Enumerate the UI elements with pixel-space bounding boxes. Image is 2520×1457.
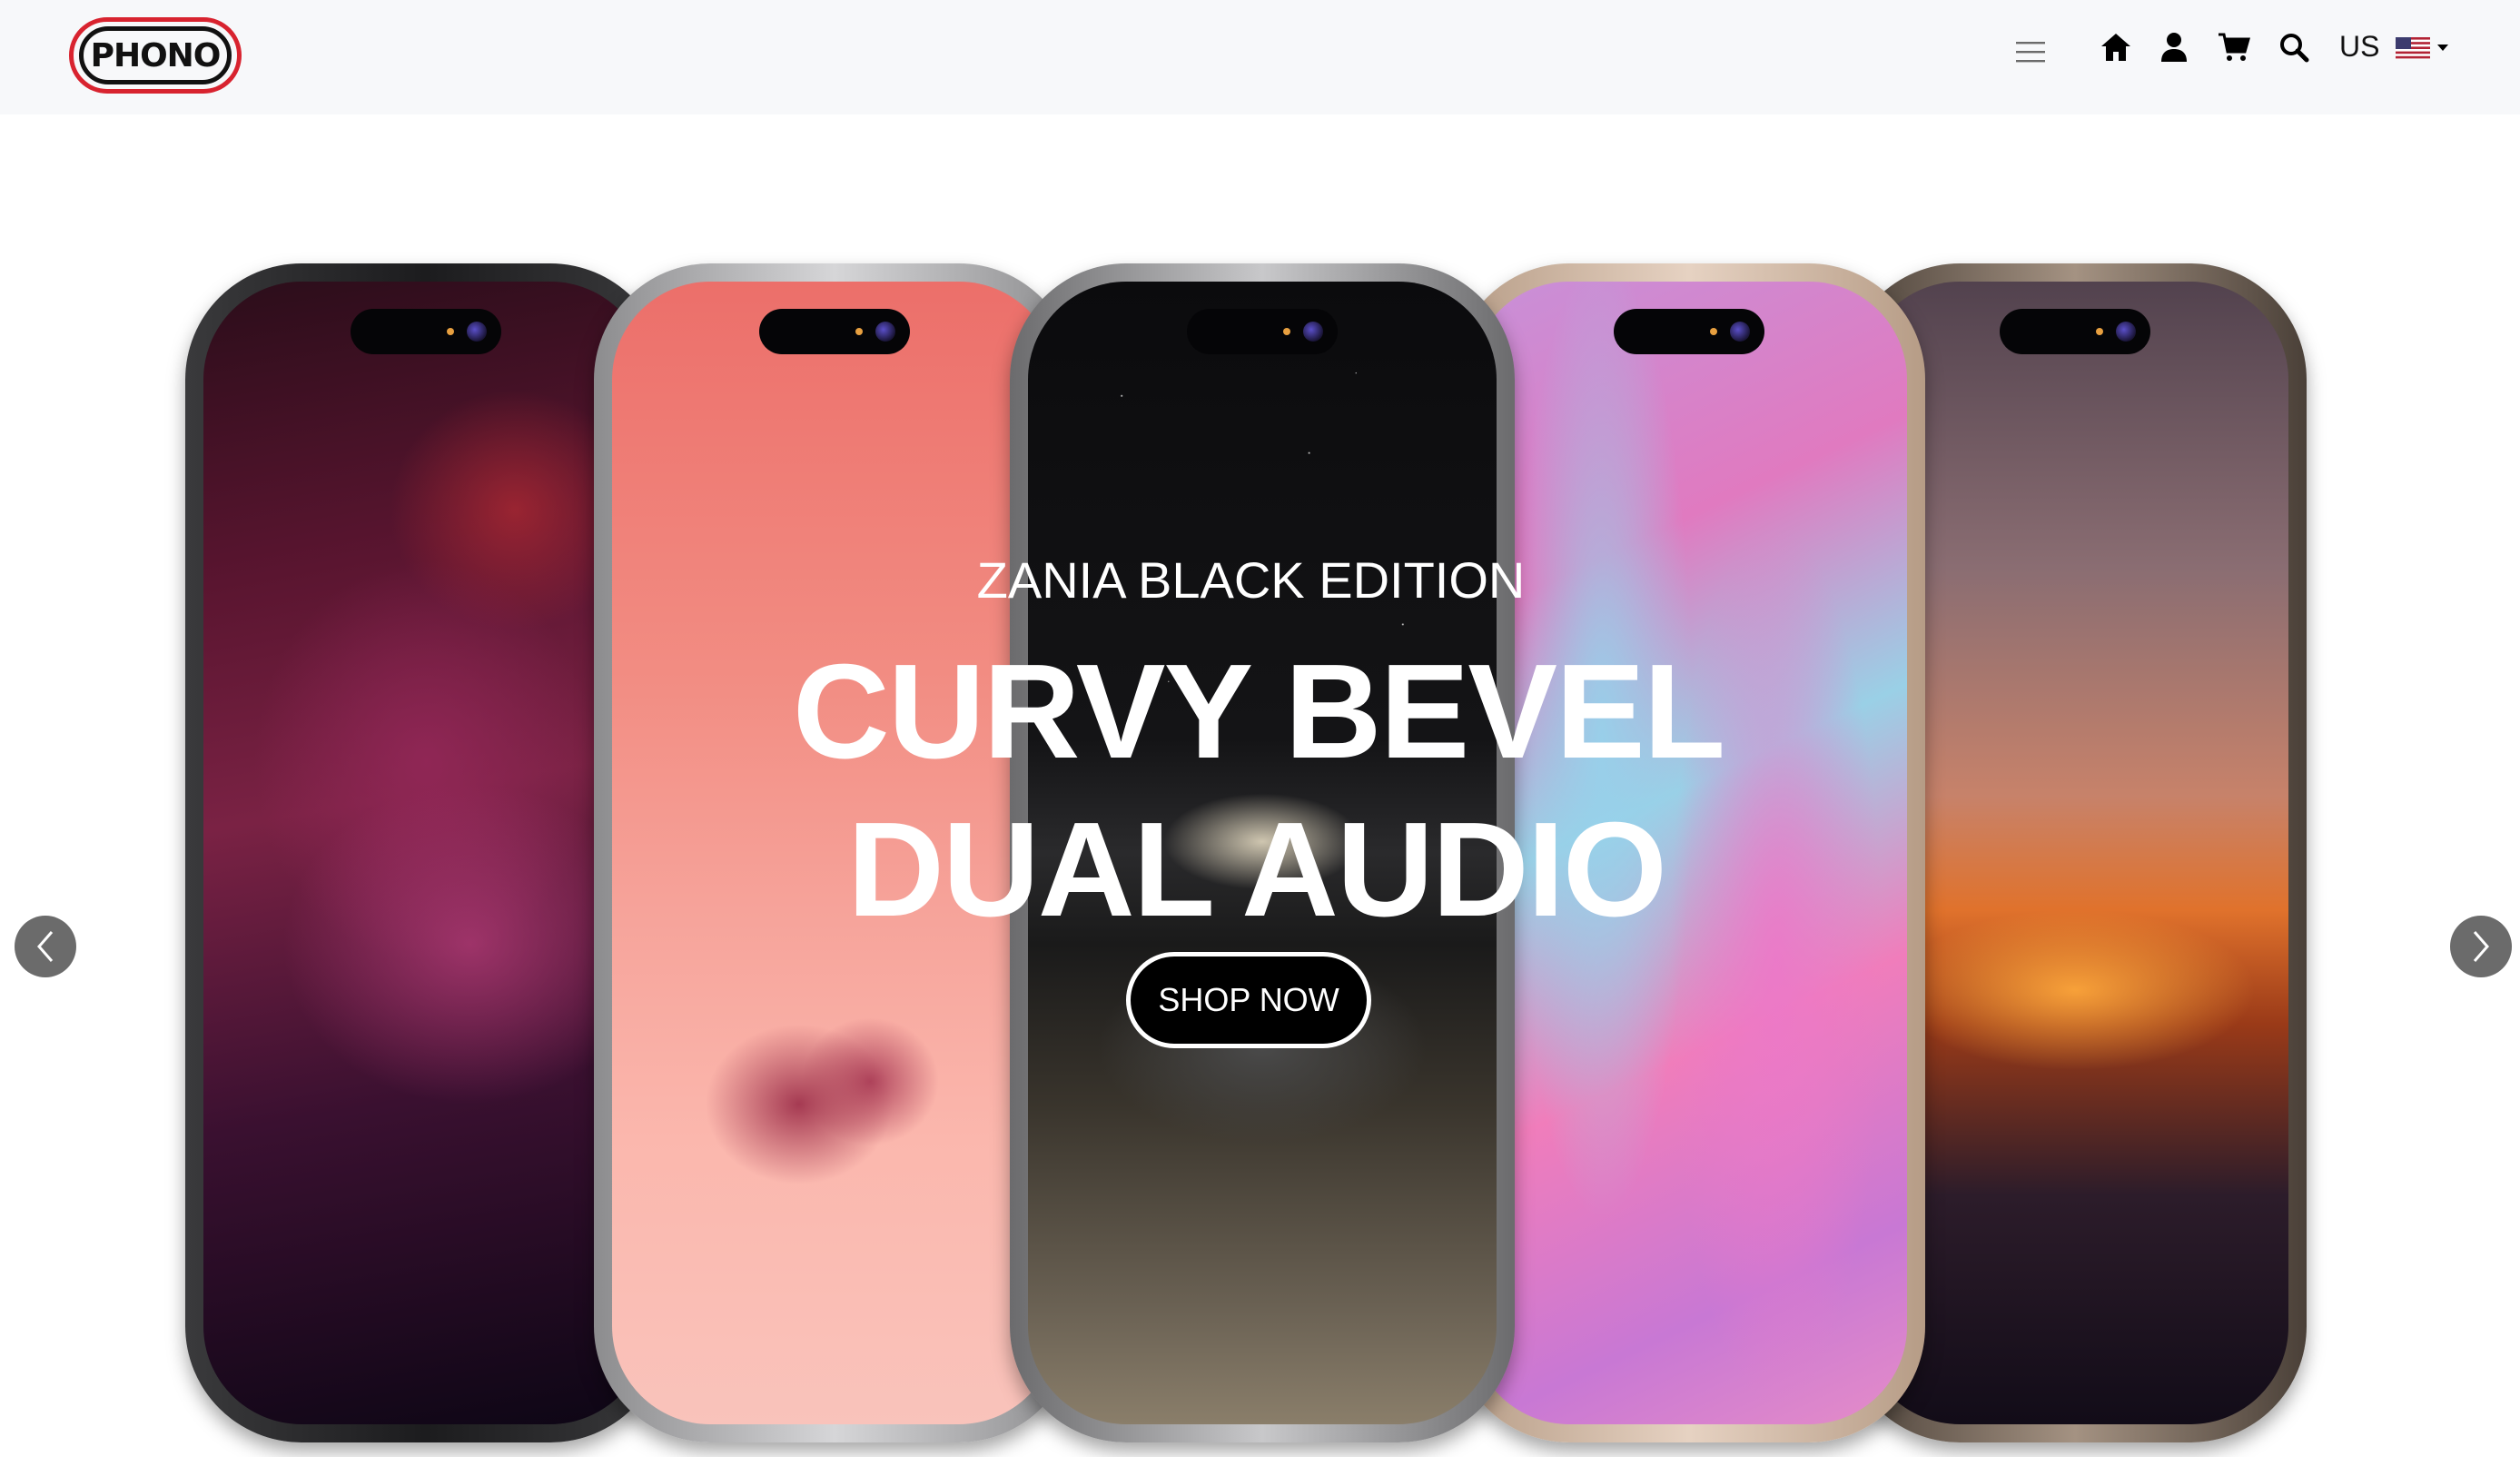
region-label[interactable]: US <box>2339 30 2379 64</box>
user-icon[interactable] <box>2160 32 2188 63</box>
logo-text: PHONO <box>79 26 232 84</box>
carousel-prev-button[interactable] <box>15 916 76 977</box>
carousel-next-button[interactable] <box>2450 916 2512 977</box>
shop-now-button[interactable]: SHOP NOW <box>1126 952 1371 1048</box>
language-dropdown[interactable] <box>2396 35 2452 66</box>
fluid-art-wallpaper-phone <box>1453 263 1925 1442</box>
chevron-left-icon <box>37 931 54 962</box>
menu-icon[interactable] <box>2016 40 2045 64</box>
phono-logo[interactable]: PHONO <box>69 17 242 94</box>
chevron-right-icon <box>2473 931 2489 962</box>
phone-lineup <box>0 114 2520 1457</box>
pink-tree-wallpaper-phone <box>594 263 1075 1442</box>
us-flag-icon <box>2396 37 2448 59</box>
search-icon[interactable] <box>2278 32 2309 63</box>
top-navbar: PHONO US <box>0 0 2520 114</box>
cart-icon[interactable] <box>2218 32 2250 63</box>
home-icon[interactable] <box>2100 32 2132 63</box>
mountain-lake-wallpaper-phone <box>1010 263 1515 1442</box>
hero-carousel: ZANIA BLACK EDITION CURVY BEVEL DUAL AUD… <box>0 114 2520 1457</box>
